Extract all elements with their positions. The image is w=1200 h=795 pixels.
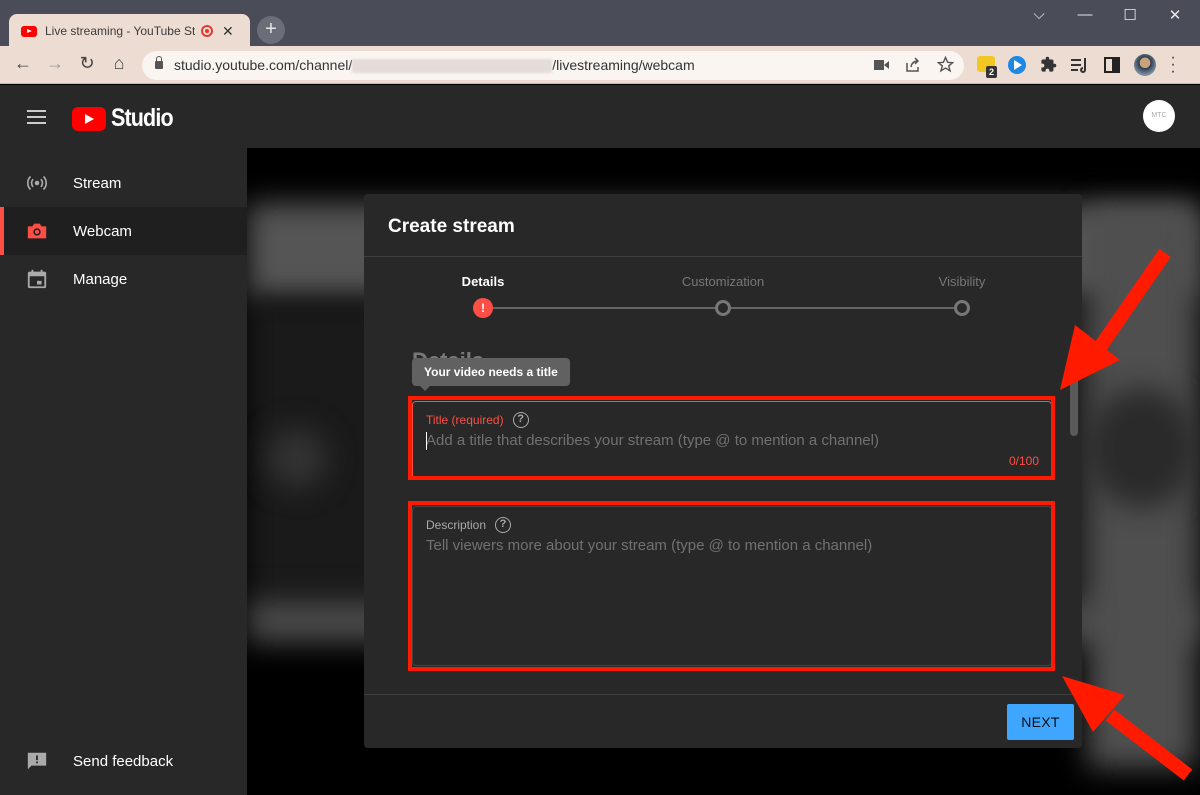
step-dot-visibility[interactable] xyxy=(954,300,970,316)
title-label-text: Title (required) xyxy=(426,413,504,427)
description-label: Description ? xyxy=(426,517,512,533)
camera-icon xyxy=(27,223,47,239)
error-tooltip: Your video needs a title xyxy=(412,358,570,391)
redacted-channel-id xyxy=(352,59,553,73)
description-input[interactable] xyxy=(426,537,1036,647)
minimize-button[interactable]: — xyxy=(1075,6,1095,23)
sidebar-item-manage[interactable]: Manage xyxy=(0,255,247,303)
sidebar-item-label: Webcam xyxy=(73,222,132,240)
tab-title: Live streaming - YouTube Studio xyxy=(45,24,195,38)
error-icon[interactable]: ! xyxy=(473,298,493,318)
tab-close-icon[interactable]: ✕ xyxy=(222,23,234,40)
side-panel-icon[interactable] xyxy=(1104,57,1120,73)
forward-button[interactable]: → xyxy=(43,53,67,74)
new-tab-button[interactable]: + xyxy=(257,16,285,44)
logo-text: Studio xyxy=(111,104,174,132)
dialog-title: Create stream xyxy=(388,216,515,237)
divider xyxy=(364,256,1082,257)
home-button[interactable]: ⌂ xyxy=(107,53,131,74)
calendar-icon xyxy=(27,269,47,289)
reading-list-icon[interactable] xyxy=(1071,57,1089,73)
menu-icon[interactable]: · · · xyxy=(1170,50,1176,80)
help-icon[interactable]: ? xyxy=(495,517,512,533)
step-dot-customization[interactable] xyxy=(715,300,731,316)
step-customization[interactable]: Customization xyxy=(682,274,764,289)
title-label: Title (required) ? xyxy=(426,412,529,428)
url-text: studio.youtube.com/channel/ /livestreami… xyxy=(174,57,695,73)
title-field[interactable]: Title (required) ? 0/100 xyxy=(412,401,1052,479)
reload-button[interactable]: ↻ xyxy=(75,53,99,74)
sidebar-item-stream[interactable]: Stream xyxy=(0,159,247,207)
dialog-scrollbar[interactable] xyxy=(1070,344,1078,436)
lock-icon[interactable] xyxy=(155,56,163,69)
profile-avatar[interactable] xyxy=(1134,54,1156,76)
feedback-icon xyxy=(27,752,47,770)
studio-header: Studio MTC xyxy=(0,85,1200,148)
sidebar: Stream Webcam Manage Send feedback xyxy=(0,148,247,795)
maximize-button[interactable]: ☐ xyxy=(1120,6,1140,24)
divider xyxy=(364,694,1082,695)
browser-titlebar: Live streaming - YouTube Studio ✕ + ⌵ — … xyxy=(0,0,1200,48)
tab-search-button[interactable]: ⌵ xyxy=(1029,6,1049,23)
url-suffix: /livestreaming/webcam xyxy=(552,57,695,73)
title-input[interactable] xyxy=(426,432,1036,449)
help-icon[interactable]: ? xyxy=(512,412,529,428)
media-extension-icon[interactable] xyxy=(1008,56,1026,74)
next-button[interactable]: NEXT xyxy=(1007,704,1074,740)
recording-icon xyxy=(201,25,213,37)
notes-extension-icon[interactable]: 2 xyxy=(977,56,998,78)
youtube-studio-logo[interactable]: Studio xyxy=(72,104,183,133)
create-stream-dialog: Create stream Details Customization Visi… xyxy=(364,194,1082,748)
feedback-label: Send feedback xyxy=(73,752,174,770)
character-counter: 0/100 xyxy=(1008,454,1039,468)
star-icon[interactable] xyxy=(937,56,954,73)
close-window-button[interactable]: ✕ xyxy=(1165,6,1185,24)
youtube-favicon-icon xyxy=(21,25,37,37)
sidebar-item-webcam[interactable]: Webcam xyxy=(0,207,247,255)
browser-tab[interactable]: Live streaming - YouTube Studio ✕ xyxy=(9,14,250,48)
hamburger-menu-icon[interactable] xyxy=(27,110,46,124)
url-prefix: studio.youtube.com/channel/ xyxy=(174,57,353,73)
sidebar-item-label: Stream xyxy=(73,174,122,192)
broadcast-icon xyxy=(26,175,48,191)
send-feedback-button[interactable]: Send feedback xyxy=(0,737,247,785)
step-visibility[interactable]: Visibility xyxy=(939,274,986,289)
sidebar-item-label: Manage xyxy=(73,270,128,288)
puzzle-icon[interactable] xyxy=(1040,56,1057,73)
channel-avatar[interactable]: MTC xyxy=(1143,100,1175,132)
back-button[interactable]: ← xyxy=(11,53,35,74)
step-details[interactable]: Details xyxy=(462,274,505,289)
youtube-logo-icon xyxy=(72,106,106,131)
browser-toolbar: ← → ↻ ⌂ studio.youtube.com/channel/ /liv… xyxy=(0,46,1200,84)
description-label-text: Description xyxy=(426,518,487,532)
text-caret xyxy=(426,432,427,450)
share-icon[interactable] xyxy=(905,57,921,73)
camera-icon[interactable] xyxy=(874,59,889,71)
description-field[interactable]: Description ? xyxy=(412,506,1052,666)
address-bar[interactable]: studio.youtube.com/channel/ /livestreami… xyxy=(142,51,964,80)
extension-badge: 2 xyxy=(986,66,998,78)
